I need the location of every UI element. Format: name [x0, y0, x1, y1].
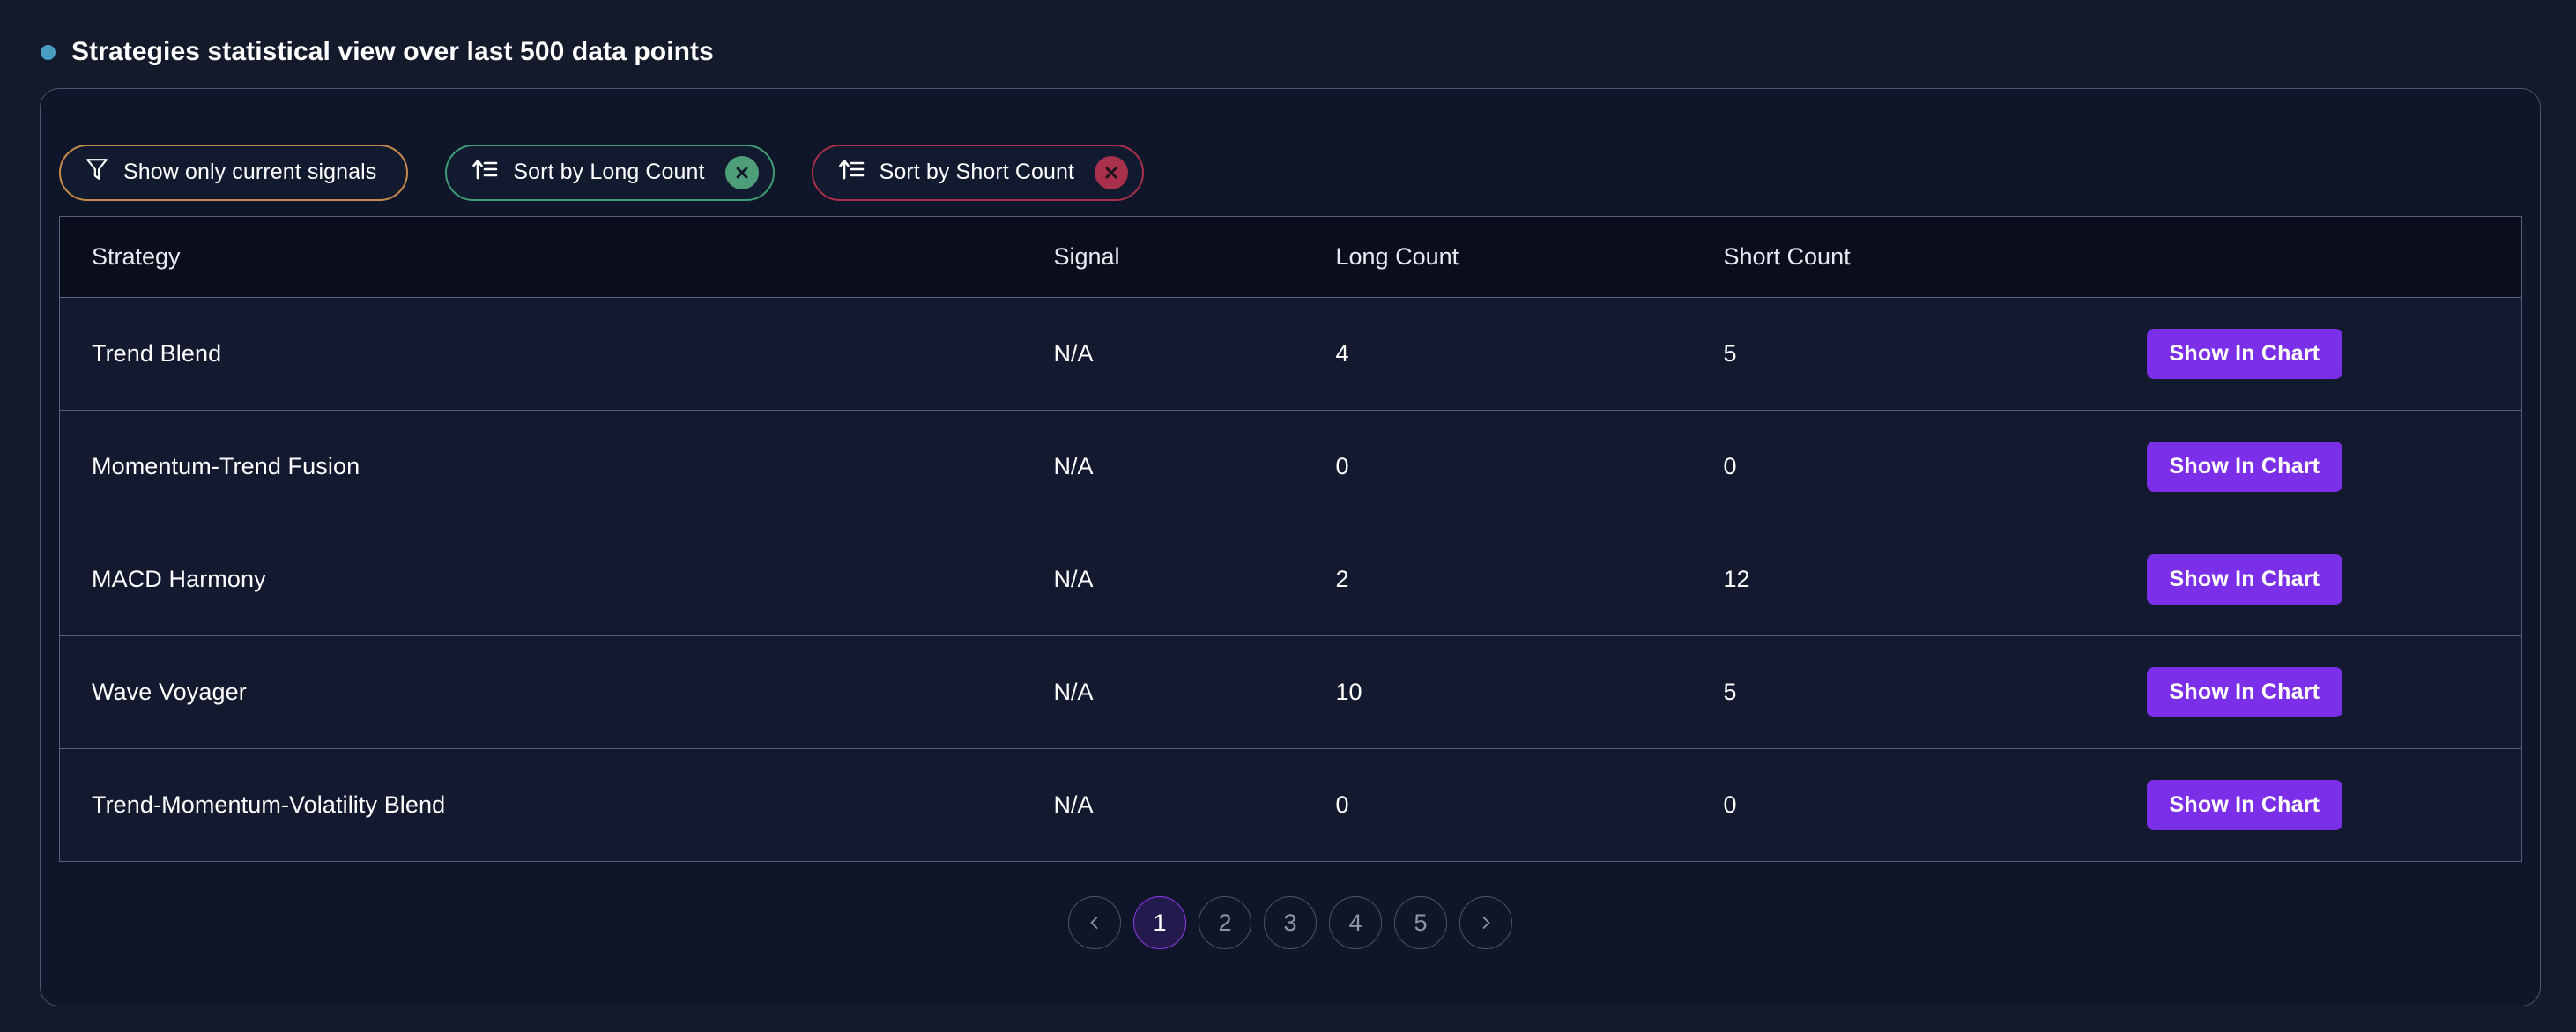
cell-signal: N/A [1053, 297, 1336, 411]
pagination-page-4[interactable]: 4 [1329, 896, 1382, 949]
table-row: Momentum-Trend Fusion N/A 0 0 Show In Ch… [59, 410, 2522, 523]
table-row: Trend Blend N/A 4 5 Show In Chart [59, 297, 2522, 411]
table-row: MACD Harmony N/A 2 12 Show In Chart [59, 523, 2522, 636]
chevron-left-icon [1090, 917, 1098, 929]
sort-long-button-label: Sort by Long Count [513, 160, 705, 184]
cell-long-count: 10 [1335, 635, 1724, 749]
cell-action: Show In Chart [2146, 635, 2522, 749]
cell-long-count: 2 [1335, 523, 1724, 636]
pagination-page-3[interactable]: 3 [1264, 896, 1317, 949]
cell-action: Show In Chart [2146, 748, 2522, 862]
cell-long-count: 0 [1335, 410, 1724, 523]
pagination-prev-button[interactable] [1068, 896, 1121, 949]
column-header-action [2146, 216, 2522, 298]
cell-action: Show In Chart [2146, 297, 2522, 411]
sort-ascending-icon [838, 157, 865, 188]
table-row: Wave Voyager N/A 10 5 Show In Chart [59, 635, 2522, 749]
table-row: Trend-Momentum-Volatility Blend N/A 0 0 … [59, 748, 2522, 862]
column-header-long-count: Long Count [1335, 216, 1724, 298]
sort-by-long-count-button[interactable]: Sort by Long Count [445, 144, 775, 201]
page-root: Strategies statistical view over last 50… [0, 0, 2576, 1032]
show-in-chart-button[interactable]: Show In Chart [2146, 554, 2343, 605]
strategies-card: Show only current signals Sort by Long C… [40, 88, 2541, 1006]
cell-short-count: 0 [1723, 410, 2147, 523]
cell-short-count: 5 [1723, 635, 2147, 749]
table-header-row: Strategy Signal Long Count Short Count [59, 216, 2522, 298]
bullet-icon [41, 44, 56, 60]
show-in-chart-button[interactable]: Show In Chart [2146, 780, 2343, 830]
table-body: Trend Blend N/A 4 5 Show In Chart Moment… [59, 297, 2522, 862]
cell-short-count: 0 [1723, 748, 2147, 862]
cell-short-count: 5 [1723, 297, 2147, 411]
page-title-label: Strategies statistical view over last 50… [71, 37, 714, 66]
show-in-chart-button[interactable]: Show In Chart [2146, 667, 2343, 717]
table-header: Strategy Signal Long Count Short Count [59, 216, 2522, 298]
cell-signal: N/A [1053, 410, 1336, 523]
column-header-signal: Signal [1053, 216, 1336, 298]
cell-short-count: 12 [1723, 523, 2147, 636]
cell-strategy: Momentum-Trend Fusion [59, 410, 1054, 523]
cell-strategy: Wave Voyager [59, 635, 1054, 749]
clear-sort-long-icon[interactable] [724, 155, 759, 189]
controls-bar: Show only current signals Sort by Long C… [41, 89, 2540, 216]
clear-sort-short-icon[interactable] [1095, 155, 1129, 189]
cell-action: Show In Chart [2146, 523, 2522, 636]
show-in-chart-button[interactable]: Show In Chart [2146, 442, 2343, 492]
column-header-strategy: Strategy [59, 216, 1054, 298]
sort-short-button-label: Sort by Short Count [879, 160, 1075, 184]
cell-long-count: 0 [1335, 748, 1724, 862]
strategies-table: Strategy Signal Long Count Short Count T… [59, 216, 2522, 862]
pagination-page-1[interactable]: 1 [1133, 896, 1186, 949]
show-in-chart-button[interactable]: Show In Chart [2146, 329, 2343, 379]
cell-signal: N/A [1053, 523, 1336, 636]
cell-signal: N/A [1053, 748, 1336, 862]
cell-strategy: Trend-Momentum-Volatility Blend [59, 748, 1054, 862]
chevron-right-icon [1482, 917, 1490, 929]
show-only-current-signals-button[interactable]: Show only current signals [59, 144, 409, 201]
pagination-next-button[interactable] [1459, 896, 1512, 949]
cell-strategy: MACD Harmony [59, 523, 1054, 636]
pagination-page-2[interactable]: 2 [1199, 896, 1251, 949]
pagination-page-5[interactable]: 5 [1394, 896, 1447, 949]
column-header-short-count: Short Count [1723, 216, 2147, 298]
pagination: 1 2 3 4 5 [41, 862, 2540, 984]
cell-action: Show In Chart [2146, 410, 2522, 523]
funnel-icon [85, 157, 108, 188]
page-title: Strategies statistical view over last 50… [0, 0, 2576, 79]
sort-by-short-count-button[interactable]: Sort by Short Count [811, 144, 1145, 201]
cell-signal: N/A [1053, 635, 1336, 749]
cell-strategy: Trend Blend [59, 297, 1054, 411]
filter-button-label: Show only current signals [123, 160, 377, 184]
sort-ascending-icon [471, 157, 498, 188]
cell-long-count: 4 [1335, 297, 1724, 411]
